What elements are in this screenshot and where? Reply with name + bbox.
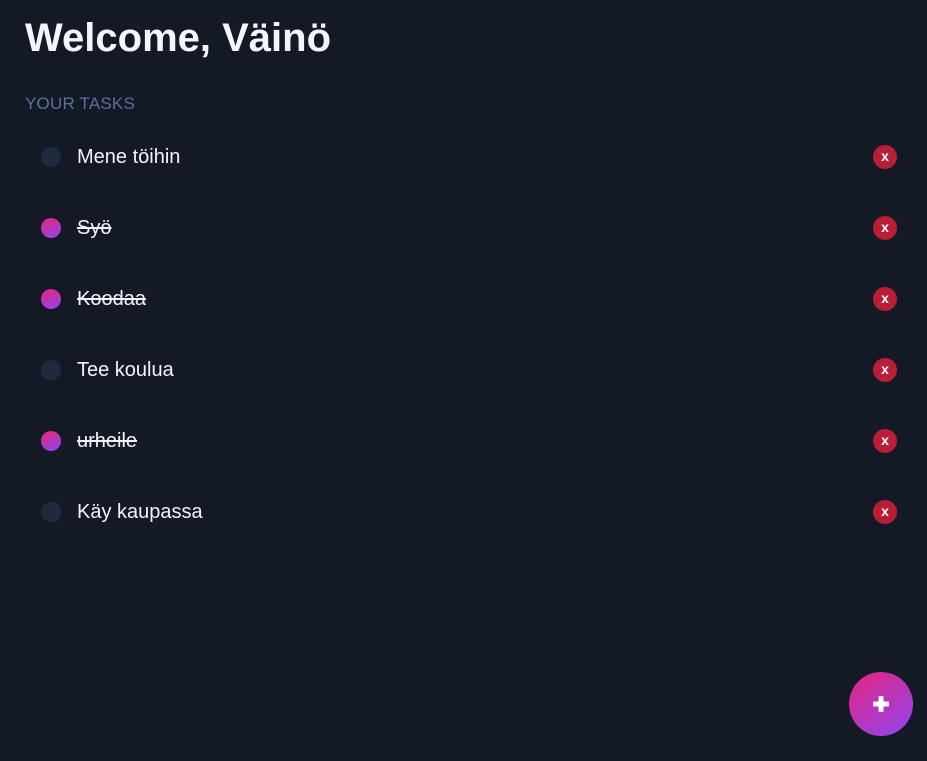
task-item: urheile x [25, 405, 902, 476]
task-checkbox[interactable] [41, 430, 61, 451]
plus-icon [873, 696, 889, 712]
task-item: Mene töihin x [25, 121, 902, 192]
task-label: Syö [77, 216, 112, 239]
task-label: Koodaa [77, 287, 146, 310]
section-label-your-tasks: YOUR TASKS [25, 94, 136, 113]
delete-task-button[interactable]: x [873, 428, 897, 453]
delete-task-button[interactable]: x [873, 215, 897, 240]
task-checkbox[interactable] [41, 146, 61, 167]
task-item: Tee koulua x [25, 334, 902, 405]
task-label: Käy kaupassa [77, 500, 203, 523]
delete-task-button[interactable]: x [873, 286, 897, 311]
task-label: urheile [77, 429, 138, 452]
task-list: Mene töihin x Syö x Koodaa x Tee koulua … [25, 121, 902, 547]
task-checkbox[interactable] [41, 288, 61, 309]
task-label: Tee koulua [77, 358, 174, 381]
task-checkbox[interactable] [41, 217, 61, 238]
delete-task-button[interactable]: x [873, 357, 897, 382]
page-title: Welcome, Väinö [25, 16, 332, 60]
task-label: Mene töihin [77, 145, 181, 168]
task-checkbox[interactable] [41, 359, 61, 380]
task-item: Syö x [25, 192, 902, 263]
add-task-button[interactable] [849, 672, 913, 736]
task-item: Käy kaupassa x [25, 476, 902, 547]
task-item: Koodaa x [25, 263, 902, 334]
task-checkbox[interactable] [41, 501, 61, 522]
delete-task-button[interactable]: x [873, 144, 897, 169]
delete-task-button[interactable]: x [873, 499, 897, 524]
app-page: Welcome, Väinö YOUR TASKS Mene töihin x … [0, 0, 927, 761]
